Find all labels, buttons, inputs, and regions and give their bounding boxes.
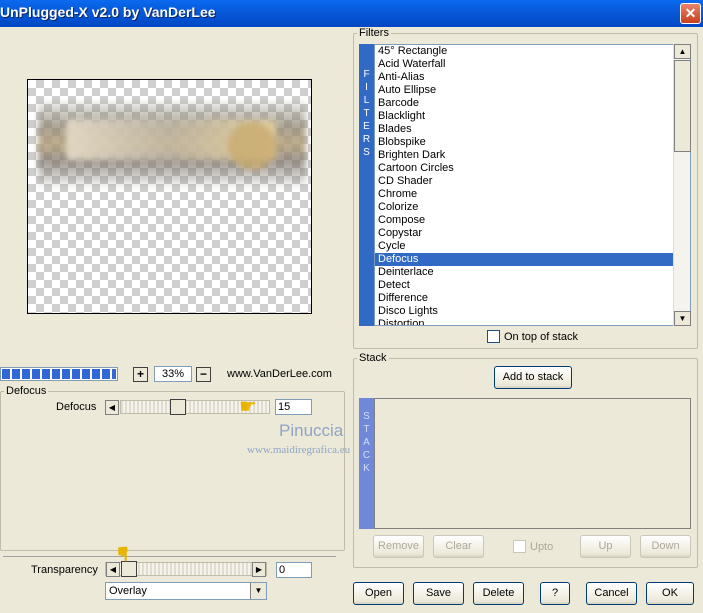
dropdown-arrow-icon[interactable]: ▼: [250, 583, 266, 599]
filter-list-item[interactable]: Cartoon Circles: [375, 162, 690, 175]
defocus-slider-thumb[interactable]: [169, 399, 186, 415]
filter-list-item[interactable]: CD Shader: [375, 175, 690, 188]
transparency-label: Transparency: [31, 564, 98, 576]
on-top-checkbox[interactable]: [487, 330, 500, 343]
help-button[interactable]: ?: [540, 582, 570, 605]
transparency-increase-button[interactable]: ▶: [252, 562, 266, 577]
transparency-value-field[interactable]: 0: [276, 562, 312, 578]
filter-list-item[interactable]: Brighten Dark: [375, 149, 690, 162]
up-button[interactable]: Up: [580, 535, 631, 558]
zoom-out-button[interactable]: −: [196, 367, 211, 382]
upto-checkbox[interactable]: [513, 540, 526, 553]
defocus-group: Defocus: [0, 385, 345, 551]
window-title: UnPlugged-X v2.0 by VanDerLee: [0, 4, 216, 20]
preview-content: [38, 102, 306, 186]
filter-list-item[interactable]: Anti-Alias: [375, 71, 690, 84]
progress-fill: [2, 369, 116, 379]
pointing-hand-icon: ☛: [110, 545, 133, 563]
scroll-down-arrow-icon[interactable]: ▼: [674, 311, 691, 326]
render-progress-bar: [0, 367, 118, 381]
left-arrow-icon: ◀: [109, 565, 117, 574]
filter-list-item[interactable]: Colorize: [375, 201, 690, 214]
watermark-url: www.maidiregrafica.eu: [247, 444, 351, 456]
filter-list-item[interactable]: Deinterlace: [375, 266, 690, 279]
defocus-param-label: Defocus: [56, 401, 97, 413]
filter-items: 45° Rectangle Acid Waterfall Anti-Alias Aut…: [375, 45, 690, 325]
remove-button[interactable]: Remove: [373, 535, 424, 558]
filter-list-item[interactable]: Blobspike: [375, 136, 690, 149]
defocus-decrease-button[interactable]: ◀: [105, 400, 119, 415]
filters-sidebar-label: FILTERS: [362, 69, 371, 158]
filter-list-item[interactable]: Acid Waterfall: [375, 58, 690, 71]
filter-list-item[interactable]: Distortion: [375, 318, 690, 325]
filters-group-label: Filters: [357, 27, 391, 39]
pointing-hand-icon: ☛: [239, 396, 257, 418]
stack-sidebar-label: STACK: [362, 411, 371, 474]
filters-sidebar: FILTERS: [359, 44, 374, 326]
watermark-name: Pinuccia: [279, 421, 344, 440]
website-link[interactable]: www.VanDerLee.com: [227, 368, 332, 380]
delete-button[interactable]: Delete: [473, 582, 524, 605]
zoom-in-button[interactable]: +: [133, 367, 148, 382]
filter-list-item[interactable]: Disco Lights: [375, 305, 690, 318]
preview-image[interactable]: [27, 79, 312, 314]
blend-mode-value: Overlay: [109, 585, 147, 597]
filter-list-item[interactable]: Barcode: [375, 97, 690, 110]
filter-list-item[interactable]: Cycle: [375, 240, 690, 253]
transparency-decrease-button[interactable]: ◀: [106, 562, 120, 577]
filter-list-item[interactable]: Defocus: [375, 253, 690, 266]
filter-list-item[interactable]: Compose: [375, 214, 690, 227]
filter-list-item[interactable]: Blacklight: [375, 110, 690, 123]
filter-list-item[interactable]: Copystar: [375, 227, 690, 240]
scroll-up-arrow-icon[interactable]: ▲: [674, 44, 691, 59]
divider: [3, 556, 336, 557]
left-arrow-icon: ◀: [108, 403, 116, 412]
transparency-slider[interactable]: ◀ ▶: [105, 561, 267, 577]
filter-list-item[interactable]: Blades: [375, 123, 690, 136]
filter-list-scrollbar[interactable]: ▲ ▼: [673, 44, 691, 326]
blend-mode-select[interactable]: Overlay ▼: [105, 582, 267, 600]
close-button[interactable]: ✕: [680, 3, 701, 24]
transparency-slider-thumb[interactable]: [121, 561, 137, 577]
right-arrow-icon: ▶: [255, 565, 263, 574]
down-button[interactable]: Down: [640, 535, 691, 558]
stack-list[interactable]: [374, 398, 691, 529]
scrollbar-thumb[interactable]: [674, 60, 691, 152]
defocus-group-label: Defocus: [4, 385, 49, 397]
stack-group-label: Stack: [357, 352, 389, 364]
on-top-label: On top of stack: [504, 331, 578, 343]
add-to-stack-button[interactable]: Add to stack: [494, 366, 572, 389]
filter-list-item[interactable]: Chrome: [375, 188, 690, 201]
upto-label: Upto: [530, 541, 554, 553]
ok-button[interactable]: OK: [646, 582, 694, 605]
filter-list[interactable]: 45° Rectangle Acid Waterfall Anti-Alias Aut…: [374, 44, 691, 326]
stack-sidebar: STACK: [359, 398, 374, 529]
filter-list-item[interactable]: Difference: [375, 292, 690, 305]
defocus-value-field[interactable]: 15: [275, 399, 312, 415]
clear-button[interactable]: Clear: [433, 535, 484, 558]
zoom-level: 33%: [154, 366, 192, 382]
filter-list-item[interactable]: Auto Ellipse: [375, 84, 690, 97]
cancel-button[interactable]: Cancel: [586, 582, 637, 605]
filter-list-item[interactable]: 45° Rectangle: [375, 45, 690, 58]
close-icon: ✕: [684, 5, 697, 21]
filter-list-item[interactable]: Detect: [375, 279, 690, 292]
open-button[interactable]: Open: [353, 582, 404, 605]
save-button[interactable]: Save: [413, 582, 464, 605]
title-bar: UnPlugged-X v2.0 by VanDerLee ✕: [0, 0, 703, 27]
